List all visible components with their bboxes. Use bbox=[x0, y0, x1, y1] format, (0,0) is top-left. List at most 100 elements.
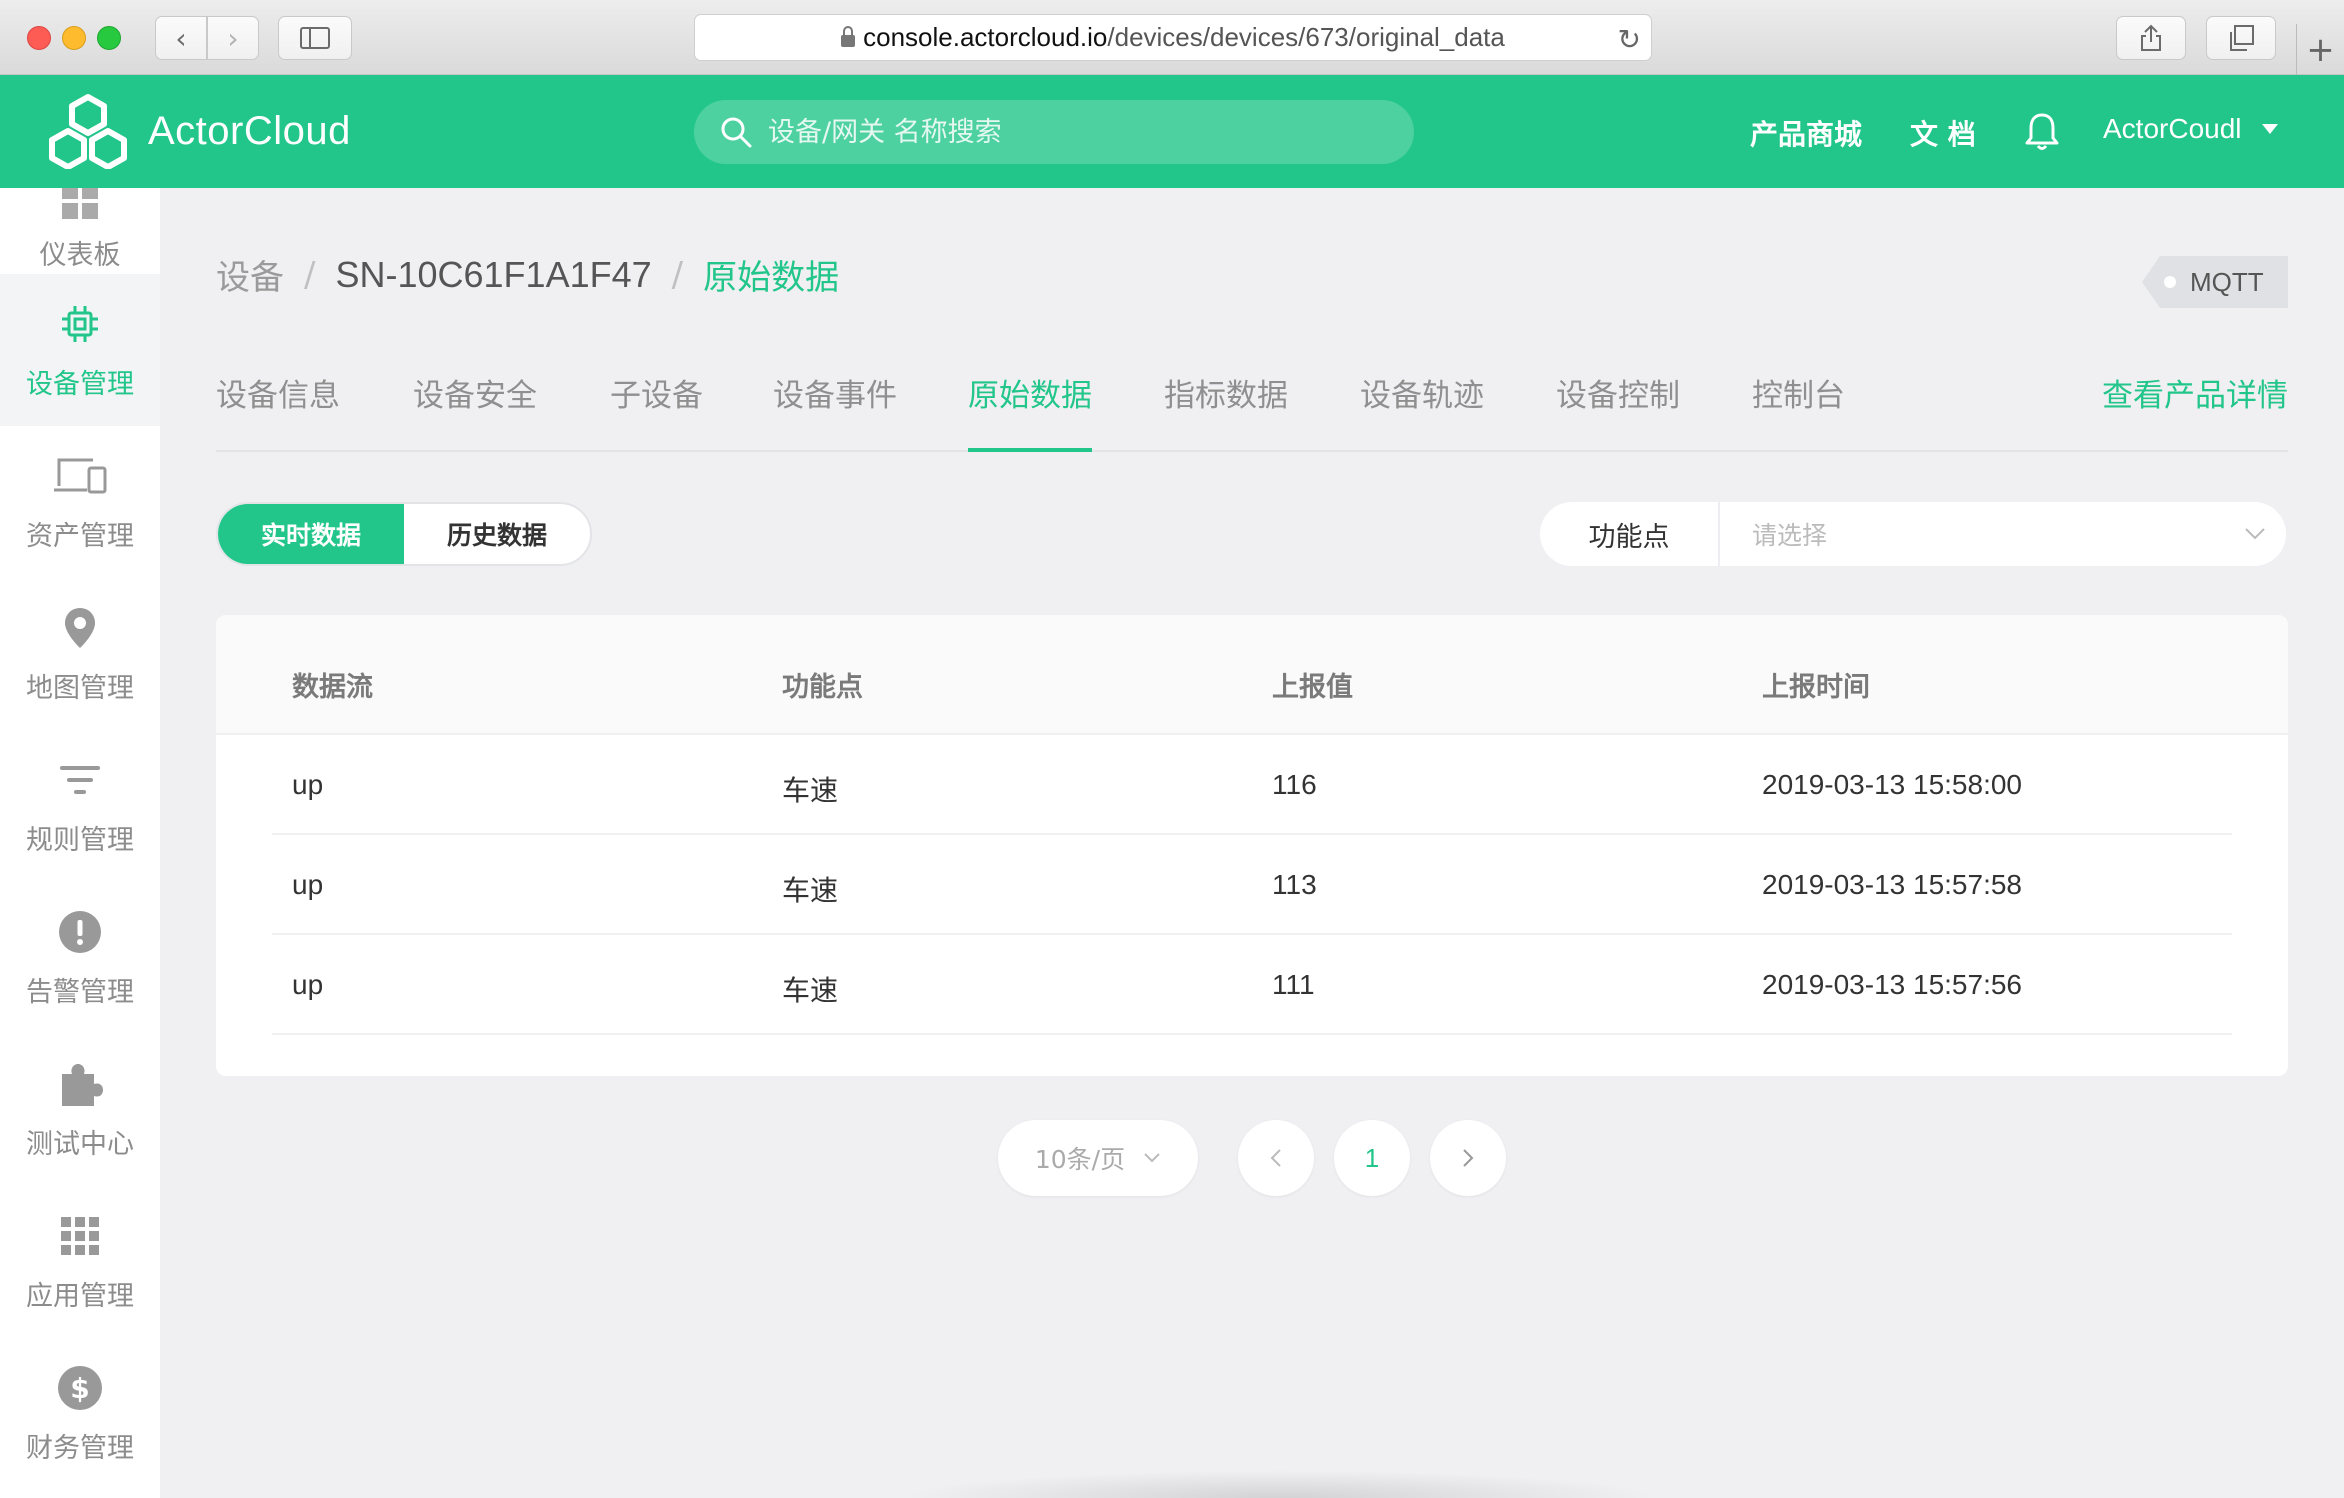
table-row: up 车速 111 2019-03-13 15:57:56 bbox=[272, 935, 2232, 1035]
bottom-shadow bbox=[900, 1470, 1660, 1498]
page-number-button[interactable]: 1 bbox=[1334, 1120, 1410, 1196]
logo-icon bbox=[49, 94, 127, 169]
lock-icon bbox=[841, 25, 856, 47]
notifications-button[interactable] bbox=[2024, 111, 2060, 155]
sidebar-icon bbox=[300, 27, 330, 49]
cell-stream: up bbox=[292, 869, 324, 900]
chevron-left-icon bbox=[1270, 1149, 1281, 1167]
page-size-label: 10条/页 bbox=[1034, 1145, 1126, 1174]
map-pin-icon bbox=[63, 604, 97, 652]
share-button[interactable] bbox=[2116, 16, 2186, 60]
cell-value: 116 bbox=[1272, 769, 1317, 800]
tab-device-control[interactable]: 设备控制 bbox=[1556, 368, 1680, 452]
column-header-time: 上报时间 bbox=[1762, 672, 1870, 703]
raw-data-table: 数据流 功能点 上报值 上报时间 up 车速 116 2019-03-13 15… bbox=[216, 615, 2288, 1076]
dashboard-icon bbox=[60, 188, 100, 225]
device-search[interactable] bbox=[694, 100, 1414, 164]
sidebar-item-map[interactable]: 地图管理 bbox=[0, 578, 160, 730]
sidebar-item-label: 资产管理 bbox=[26, 520, 134, 552]
sidebar-item-label: 财务管理 bbox=[26, 1432, 134, 1464]
function-point-filter: 功能点 请选择 bbox=[1540, 502, 2286, 566]
user-menu[interactable]: ActorCoudl bbox=[2103, 113, 2278, 145]
column-header-value: 上报值 bbox=[1272, 672, 1353, 703]
tab-raw-data[interactable]: 原始数据 bbox=[968, 368, 1092, 452]
show-tabs-button[interactable] bbox=[2206, 16, 2276, 60]
sidebar-item-label: 应用管理 bbox=[26, 1280, 134, 1312]
sidebar-item-label: 地图管理 bbox=[26, 672, 134, 704]
chevron-down-icon bbox=[2245, 528, 2265, 540]
logo-text: ActorCloud bbox=[148, 108, 351, 153]
cell-value: 113 bbox=[1272, 869, 1317, 900]
sidebar-item-rules[interactable]: 规则管理 bbox=[0, 730, 160, 882]
tab-metrics-data[interactable]: 指标数据 bbox=[1164, 368, 1288, 452]
chevron-left-icon: ‹ bbox=[175, 21, 187, 55]
bell-icon bbox=[2025, 113, 2059, 150]
function-point-select[interactable]: 请选择 bbox=[1720, 502, 2286, 566]
user-name: ActorCoudl bbox=[2103, 113, 2242, 144]
url-host: console.actorcloud.io bbox=[863, 22, 1108, 52]
back-button[interactable]: ‹ bbox=[155, 16, 207, 60]
sidebar-item-finance[interactable]: $ 财务管理 bbox=[0, 1338, 160, 1490]
cell-function-point: 车速 bbox=[782, 874, 839, 907]
puzzle-icon bbox=[56, 1060, 104, 1108]
realtime-data-button[interactable]: 实时数据 bbox=[218, 504, 404, 564]
breadcrumb-devices-link[interactable]: 设备 bbox=[216, 250, 284, 299]
search-input[interactable] bbox=[768, 116, 1368, 148]
close-window-button[interactable] bbox=[27, 26, 51, 50]
page-size-select[interactable]: 10条/页 bbox=[998, 1120, 1198, 1196]
select-placeholder: 请选择 bbox=[1752, 521, 1828, 550]
address-bar[interactable]: console.actorcloud.io/devices/devices/67… bbox=[694, 14, 1652, 61]
product-store-link[interactable]: 产品商城 bbox=[1750, 113, 1862, 153]
chevron-right-icon: › bbox=[227, 21, 239, 55]
history-data-button[interactable]: 历史数据 bbox=[404, 504, 590, 564]
zoom-window-button[interactable] bbox=[97, 26, 121, 50]
tab-device-info[interactable]: 设备信息 bbox=[216, 368, 340, 452]
sidebar-toggle-button[interactable] bbox=[278, 16, 352, 60]
share-icon bbox=[2141, 24, 2161, 51]
forward-button[interactable]: › bbox=[207, 16, 259, 60]
view-product-details-link[interactable]: 查看产品详情 bbox=[2102, 368, 2288, 424]
caret-down-icon bbox=[2261, 124, 2278, 134]
sidebar-item-devices[interactable]: 设备管理 bbox=[0, 274, 160, 426]
left-sidebar: 仪表板 设备管理 资产管理 地图管理 规则管理 告警管理 测试中心 应用管理 $… bbox=[0, 188, 160, 1498]
chip-icon bbox=[60, 300, 100, 348]
sidebar-item-label: 规则管理 bbox=[26, 824, 134, 856]
data-mode-toggle: 实时数据 历史数据 bbox=[216, 502, 592, 566]
next-page-button[interactable] bbox=[1430, 1120, 1506, 1196]
tab-device-track[interactable]: 设备轨迹 bbox=[1360, 368, 1484, 452]
new-tab-button[interactable]: + bbox=[2296, 24, 2344, 76]
cell-stream: up bbox=[292, 969, 324, 1000]
filter-label: 功能点 bbox=[1540, 502, 1720, 566]
sidebar-item-assets[interactable]: 资产管理 bbox=[0, 426, 160, 578]
sidebar-item-label: 设备管理 bbox=[26, 368, 134, 400]
browser-toolbar: ‹ › console.actorcloud.io/devices/device… bbox=[0, 0, 2344, 76]
alert-icon bbox=[58, 908, 102, 956]
breadcrumb-device-link[interactable]: SN-10C61F1A1F47 bbox=[335, 254, 651, 296]
protocol-badge: MQTT bbox=[2142, 256, 2288, 308]
chevron-down-icon bbox=[1144, 1153, 1160, 1163]
filter-icon bbox=[58, 756, 102, 804]
cell-time: 2019-03-13 15:57:56 bbox=[1762, 969, 2022, 1000]
sidebar-item-alerts[interactable]: 告警管理 bbox=[0, 882, 160, 1034]
grid-icon bbox=[60, 1212, 100, 1260]
tab-sub-devices[interactable]: 子设备 bbox=[610, 368, 703, 452]
reload-icon[interactable]: ↻ bbox=[1618, 23, 1641, 56]
cell-time: 2019-03-13 15:58:00 bbox=[1762, 769, 2022, 800]
sidebar-item-apps[interactable]: 应用管理 bbox=[0, 1186, 160, 1338]
tabs-icon bbox=[2230, 25, 2254, 51]
docs-link[interactable]: 文 档 bbox=[1910, 113, 1976, 153]
cell-value: 111 bbox=[1272, 969, 1315, 1000]
protocol-label: MQTT bbox=[2190, 266, 2264, 297]
sidebar-item-label: 告警管理 bbox=[26, 976, 134, 1008]
svg-text:$: $ bbox=[70, 1372, 89, 1405]
logo[interactable]: ActorCloud bbox=[38, 93, 351, 169]
previous-page-button[interactable] bbox=[1238, 1120, 1314, 1196]
sidebar-item-label: 测试中心 bbox=[26, 1128, 134, 1160]
minimize-window-button[interactable] bbox=[62, 26, 86, 50]
tab-device-events[interactable]: 设备事件 bbox=[773, 368, 897, 452]
sidebar-item-test-center[interactable]: 测试中心 bbox=[0, 1034, 160, 1186]
app-header: ActorCloud 产品商城 文 档 ActorCoudl bbox=[0, 75, 2344, 188]
tab-console[interactable]: 控制台 bbox=[1752, 368, 1845, 452]
cell-function-point: 车速 bbox=[782, 974, 839, 1007]
tab-device-security[interactable]: 设备安全 bbox=[413, 368, 537, 452]
